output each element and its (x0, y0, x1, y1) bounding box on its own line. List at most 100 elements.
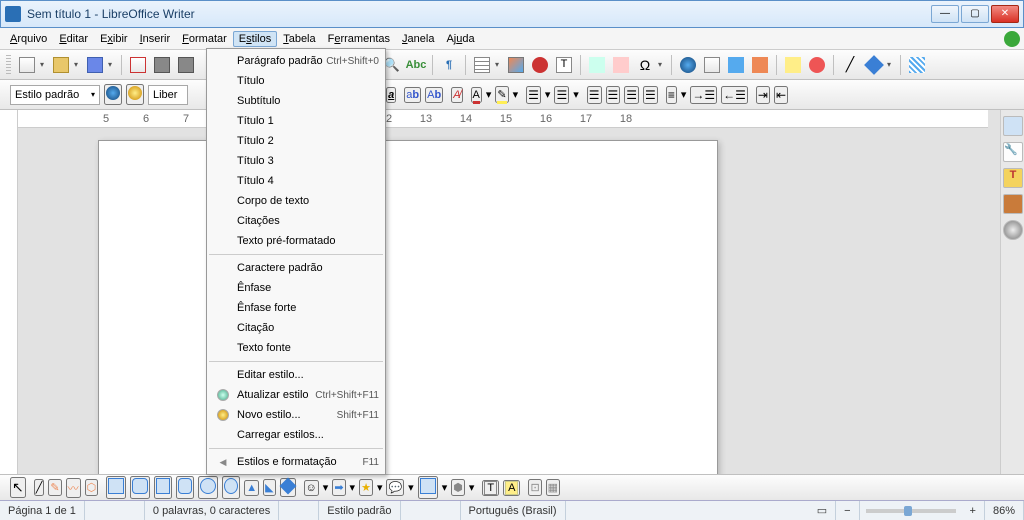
highlight-button[interactable]: ✎ (495, 86, 508, 103)
subscript-button[interactable]: a (386, 87, 396, 103)
menu-item[interactable]: Novo estilo...Shift+F11 (207, 405, 385, 425)
status-zoom[interactable]: 86% (985, 501, 1024, 520)
clear-formatting-button[interactable]: A̸ (451, 87, 462, 103)
group-button[interactable]: ▦ (546, 479, 560, 496)
pilcrow-button[interactable]: ¶ (438, 54, 460, 76)
bookmark-button[interactable] (725, 54, 747, 76)
zoom-slider[interactable] (866, 509, 956, 513)
sidebar-properties-icon[interactable] (1003, 116, 1023, 136)
status-wordcount[interactable]: 0 palavras, 0 caracteres (145, 501, 279, 520)
table-button[interactable] (471, 54, 493, 76)
menu-item[interactable]: Atualizar estiloCtrl+Shift+F11 (207, 385, 385, 405)
menu-inserir[interactable]: Inserir (134, 31, 177, 47)
new-doc-button[interactable] (16, 54, 38, 76)
menu-item[interactable]: Título 4 (207, 171, 385, 191)
bullets-button[interactable]: ☰ (526, 86, 541, 104)
square-button[interactable] (154, 476, 172, 499)
para-spacing-dec[interactable]: ⇤ (774, 86, 788, 104)
new-style-button[interactable] (126, 84, 144, 105)
font-color-button[interactable]: A (471, 87, 482, 103)
align-center-button[interactable]: ☰ (606, 86, 621, 104)
rounded-rect-button[interactable] (130, 476, 150, 499)
sidebar-wrench-icon[interactable]: 🔧 (1003, 142, 1023, 162)
lowercase-button[interactable]: Ab (425, 87, 443, 103)
fontwork-button[interactable]: A (503, 480, 520, 496)
menu-item[interactable]: Título 2 (207, 131, 385, 151)
flowchart-button[interactable] (418, 476, 438, 499)
print-preview-button[interactable] (175, 54, 197, 76)
menu-item[interactable]: Texto pré-formatado (207, 231, 385, 251)
menu-item[interactable]: Subtítulo (207, 91, 385, 111)
menu-item[interactable]: Carregar estilos... (207, 425, 385, 445)
line-button[interactable]: ╱ (839, 54, 861, 76)
extension-icon[interactable] (1004, 31, 1020, 47)
toolbar-grip[interactable] (6, 55, 11, 75)
callout-button[interactable]: 💬 (386, 479, 404, 496)
3d-button[interactable]: ⬢ (451, 479, 465, 496)
curve-tool-button[interactable]: ✎ (48, 479, 61, 496)
numbering-button[interactable]: ☰ (554, 86, 569, 104)
align-left-button[interactable]: ☰ (587, 86, 602, 104)
sidebar-navigator-icon[interactable] (1003, 220, 1023, 240)
linespacing-button[interactable]: ≡ (666, 86, 677, 104)
line-tool-button[interactable]: ╱ (34, 479, 45, 496)
menu-item[interactable]: Título (207, 71, 385, 91)
menu-item[interactable]: Corpo de texto (207, 191, 385, 211)
save-button[interactable] (84, 54, 106, 76)
footnote-button[interactable] (701, 54, 723, 76)
ruler-vertical[interactable] (0, 110, 18, 474)
align-right-button[interactable]: ☰ (624, 86, 639, 104)
menu-item[interactable]: ◀Estilos e formataçãoF11 (207, 452, 385, 472)
sidebar-styles-icon[interactable]: T (1003, 168, 1023, 188)
menu-item[interactable]: Ênfase (207, 278, 385, 298)
menu-item[interactable]: Título 3 (207, 151, 385, 171)
menu-editar[interactable]: Editar (53, 31, 94, 47)
menu-ferramentas[interactable]: Ferramentas (322, 31, 396, 47)
right-triangle-button[interactable]: ◣ (263, 479, 275, 496)
smiley-button[interactable]: ☺ (304, 480, 319, 496)
chart-button[interactable] (529, 54, 551, 76)
arrow-shapes-button[interactable]: ➡ (332, 479, 345, 496)
zoom-knob[interactable] (904, 506, 912, 516)
export-pdf-button[interactable] (127, 54, 149, 76)
rounded-square-button[interactable] (176, 476, 194, 499)
select-tool-button[interactable]: ↖ (10, 477, 26, 498)
ruler-horizontal[interactable]: 56789101112131415161718 (18, 110, 988, 128)
zoom-out-button[interactable]: − (836, 501, 859, 520)
font-name-combo[interactable]: Liber (148, 85, 188, 105)
symbol-button[interactable]: Ω (634, 54, 656, 76)
menu-estilos[interactable]: Estilos (233, 31, 277, 47)
open-button[interactable] (50, 54, 72, 76)
print-button[interactable] (151, 54, 173, 76)
close-button[interactable]: ✕ (991, 5, 1019, 23)
menu-ajuda[interactable]: Ajuda (440, 31, 480, 47)
triangle-button[interactable]: ▲ (244, 480, 259, 496)
indent-inc-button[interactable]: →☰ (690, 86, 717, 104)
menu-tabela[interactable]: Tabela (277, 31, 321, 47)
diamond-button[interactable] (280, 478, 296, 497)
menu-item[interactable]: Citação (207, 318, 385, 338)
sidebar-gallery-icon[interactable] (1003, 194, 1023, 214)
status-page[interactable]: Página 1 de 1 (0, 501, 85, 520)
zoom-in-button[interactable]: + (962, 501, 985, 520)
basic-shapes-button[interactable] (863, 54, 885, 76)
status-language[interactable]: Português (Brasil) (461, 501, 566, 520)
minimize-button[interactable]: — (931, 5, 959, 23)
rectangle-button[interactable] (106, 476, 126, 499)
menu-formatar[interactable]: Formatar (176, 31, 233, 47)
menu-item[interactable]: Caractere padrão (207, 258, 385, 278)
menu-item[interactable]: Ênfase forte (207, 298, 385, 318)
menu-arquivo[interactable]: Arquivo (4, 31, 53, 47)
menu-item[interactable]: Parágrafo padrãoCtrl+Shift+0 (207, 51, 385, 71)
paragraph-style-combo[interactable]: Estilo padrão ▾ (10, 85, 100, 105)
menu-item[interactable]: Citações (207, 211, 385, 231)
star-button[interactable]: ★ (359, 479, 373, 496)
align-justify-button[interactable]: ☰ (643, 86, 658, 104)
hyperlink-button[interactable] (677, 54, 699, 76)
polygon-tool-button[interactable]: ⬡ (85, 479, 99, 496)
grid-button[interactable] (906, 54, 928, 76)
comment-button[interactable] (782, 54, 804, 76)
indent-dec-button[interactable]: ←☰ (721, 86, 748, 104)
menu-janela[interactable]: Janela (396, 31, 440, 47)
status-style[interactable]: Estilo padrão (319, 501, 400, 520)
